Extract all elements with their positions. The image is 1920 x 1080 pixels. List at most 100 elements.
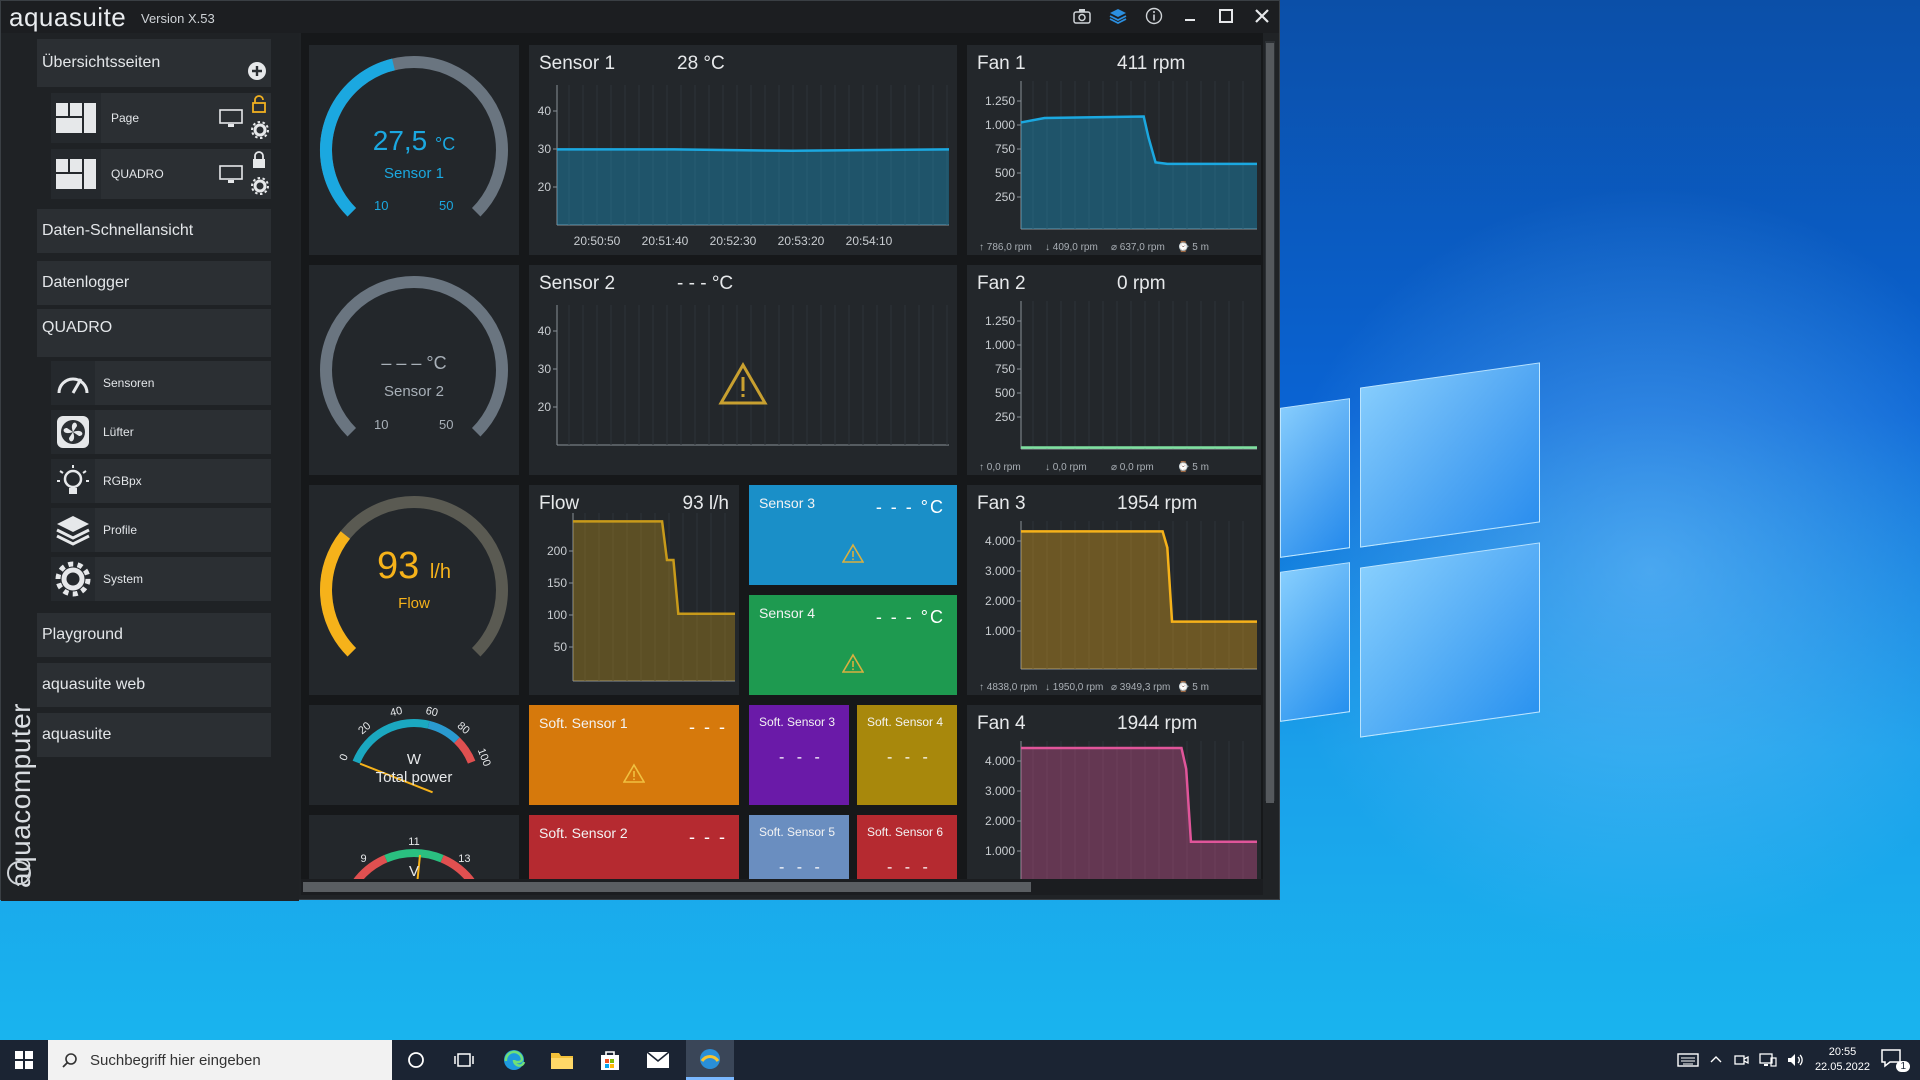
aquacomputer-logo-icon (7, 861, 31, 885)
chart-value: 93 l/h (682, 493, 729, 514)
nav-aquasuite-web[interactable]: aquasuite web (37, 663, 271, 707)
tile-soft-sensor-6[interactable]: Soft. Sensor 6 - - - (857, 815, 957, 881)
gauge-flow[interactable]: 93 l/h Flow (309, 485, 519, 695)
camera-icon[interactable] (1071, 5, 1093, 27)
chart-value: 411 rpm (1117, 53, 1186, 74)
chart-area (557, 149, 949, 225)
keyboard-icon[interactable] (1677, 1052, 1699, 1068)
vertical-scrollbar[interactable] (1265, 41, 1275, 803)
minimize-icon[interactable] (1179, 5, 1201, 27)
taskbar-file-explorer[interactable] (538, 1040, 586, 1080)
lock-icon[interactable] (251, 151, 267, 169)
chart-flow[interactable]: Flow 93 l/h 200 150 100 50 (529, 485, 739, 695)
tile-sensor-3[interactable]: Sensor 3 - - - °C (749, 485, 957, 585)
nav-label: aquasuite web (42, 676, 146, 693)
info-icon[interactable] (1143, 5, 1165, 27)
tile-soft-sensor-5[interactable]: Soft. Sensor 5 - - - (749, 815, 849, 881)
taskbar-search-input[interactable]: Suchbegriff hier eingeben (48, 1040, 392, 1080)
chart-stat-label: ⌚ 5 m (1177, 240, 1209, 253)
gauge-value: – – – (381, 353, 422, 373)
chart-y-tick-label: 20 (538, 400, 552, 414)
start-button[interactable] (0, 1040, 48, 1080)
notification-center-button[interactable]: 1 (1880, 1048, 1910, 1072)
nav-aquasuite[interactable]: aquasuite (37, 713, 271, 757)
chart-y-tick-label: 1.000 (985, 624, 1015, 638)
chart-sensor-2[interactable]: Sensor 2 - - - °C 40 30 20 (529, 265, 957, 475)
maximize-icon[interactable] (1215, 5, 1237, 27)
task-view-button[interactable] (440, 1040, 488, 1080)
unlocked-icon[interactable] (251, 95, 267, 113)
sidebar-item-system[interactable]: System (51, 557, 271, 601)
page-layout-icon (51, 149, 101, 199)
tile-soft-sensor-1[interactable]: Soft. Sensor 1 - - - (529, 705, 739, 805)
chart-sensor-1[interactable]: Sensor 1 28 °C 40 30 20 20:50:50 20:51:40 20:… (529, 45, 957, 255)
tile-title: Soft. Sensor 6 (867, 825, 944, 839)
area-chart: 4.000 3.000 2.000 1.000 ↑ 4838,0 rpm ↓ 1950,0… (979, 521, 1257, 693)
chart-line (557, 148, 950, 153)
chart-y-tick-label: 500 (995, 166, 1015, 180)
sidebar-item-sensoren[interactable]: Sensoren (51, 361, 271, 405)
title-bar[interactable]: aquasuite Version X.53 (1, 1, 1279, 33)
gauge-sensor-2[interactable]: – – – °C Sensor 2 10 50 (309, 265, 519, 475)
voltage-meter[interactable]: 9 11 13 V (309, 815, 519, 881)
chart-y-tick-label: 200 (547, 544, 567, 558)
taskbar-edge[interactable] (490, 1040, 538, 1080)
chart-y-tick-label: 3.000 (985, 564, 1015, 578)
chart-x-tick-label: 20:53:20 (778, 234, 825, 248)
chart-y-tick-label: 1.250 (985, 314, 1015, 328)
nav-datenlogger[interactable]: Datenlogger (37, 261, 271, 305)
tile-title: Sensor 4 (759, 605, 816, 621)
chart-fan-3[interactable]: Fan 3 1954 rpm 4.000 3.000 2.000 1.000 ↑ 483… (967, 485, 1261, 695)
page-item-quadro[interactable]: QUADRO (51, 149, 271, 199)
chevron-up-icon[interactable] (1709, 1053, 1723, 1067)
scrollbar-thumb[interactable] (1266, 43, 1274, 803)
taskbar-aquasuite[interactable] (686, 1040, 734, 1080)
nav-overview-pages[interactable]: Übersichtsseiten (37, 39, 271, 87)
sidebar-item-rgbpx[interactable]: RGBpx (51, 459, 271, 503)
clock[interactable]: 20:55 22.05.2022 (1815, 1045, 1870, 1075)
chart-stat-label: ↑ 4838,0 rpm (979, 682, 1037, 693)
add-page-icon[interactable] (247, 61, 267, 81)
system-tray: 20:55 22.05.2022 1 (1677, 1040, 1920, 1080)
nav-daten-schnellansicht[interactable]: Daten-Schnellansicht (37, 209, 271, 253)
sidebar-item-luefter[interactable]: Lüfter (51, 410, 271, 454)
network-icon[interactable] (1759, 1052, 1777, 1068)
nav-device-quadro[interactable]: QUADRO (37, 309, 271, 357)
chart-fan-4[interactable]: Fan 4 1944 rpm 4.000 3.000 2.000 1.000 (967, 705, 1261, 881)
volume-icon[interactable] (1787, 1052, 1805, 1068)
monitor-icon[interactable] (219, 109, 243, 129)
layers-icon (51, 508, 95, 552)
horizontal-scrollbar[interactable] (301, 879, 1263, 895)
gauge-sensor-1[interactable]: 27,5 °C Sensor 1 10 50 (309, 45, 519, 255)
monitor-icon[interactable] (219, 165, 243, 185)
page-item-page[interactable]: Page (51, 93, 271, 143)
gauge-name: Sensor 2 (383, 383, 445, 400)
power-label: Total power (375, 769, 453, 786)
taskbar-store[interactable] (586, 1040, 634, 1080)
chart-stat-label: ↓ 409,0 rpm (1045, 242, 1098, 253)
layers-icon[interactable] (1107, 5, 1129, 27)
notification-count: 1 (1896, 1061, 1910, 1072)
taskbar-mail[interactable] (634, 1040, 682, 1080)
gauge-icon (51, 361, 95, 405)
tile-soft-sensor-4[interactable]: Soft. Sensor 4 - - - (857, 705, 957, 805)
clock-date: 22.05.2022 (1814, 1061, 1870, 1073)
close-icon[interactable] (1251, 5, 1273, 27)
scrollbar-thumb[interactable] (303, 882, 1031, 892)
chart-fan-1[interactable]: Fan 1 411 rpm 1.250 1.000 750 500 250 ↑ 786,0… (967, 45, 1261, 255)
power-meter[interactable]: 0 20 40 60 80 100 W Total power (309, 705, 519, 805)
chart-value: 1944 rpm (1117, 713, 1198, 734)
nav-playground[interactable]: Playground (37, 613, 271, 657)
tile-sensor-4[interactable]: Sensor 4 - - - °C (749, 595, 957, 695)
gear-icon[interactable] (251, 121, 269, 139)
gear-icon[interactable] (251, 177, 269, 195)
chart-fan-2[interactable]: Fan 2 0 rpm 1.250 1.000 750 500 250 ↑ 0,0 rpm… (967, 265, 1261, 475)
tile-soft-sensor-3[interactable]: Soft. Sensor 3 - - - (749, 705, 849, 805)
warning-icon (842, 653, 864, 673)
meet-now-icon[interactable] (1733, 1052, 1749, 1068)
chart-y-tick-label: 250 (995, 410, 1015, 424)
tile-soft-sensor-2[interactable]: Soft. Sensor 2 - - - (529, 815, 739, 881)
sidebar-item-profile[interactable]: Profile (51, 508, 271, 552)
cortana-button[interactable] (392, 1040, 440, 1080)
chart-y-tick-label: 20 (538, 180, 552, 194)
